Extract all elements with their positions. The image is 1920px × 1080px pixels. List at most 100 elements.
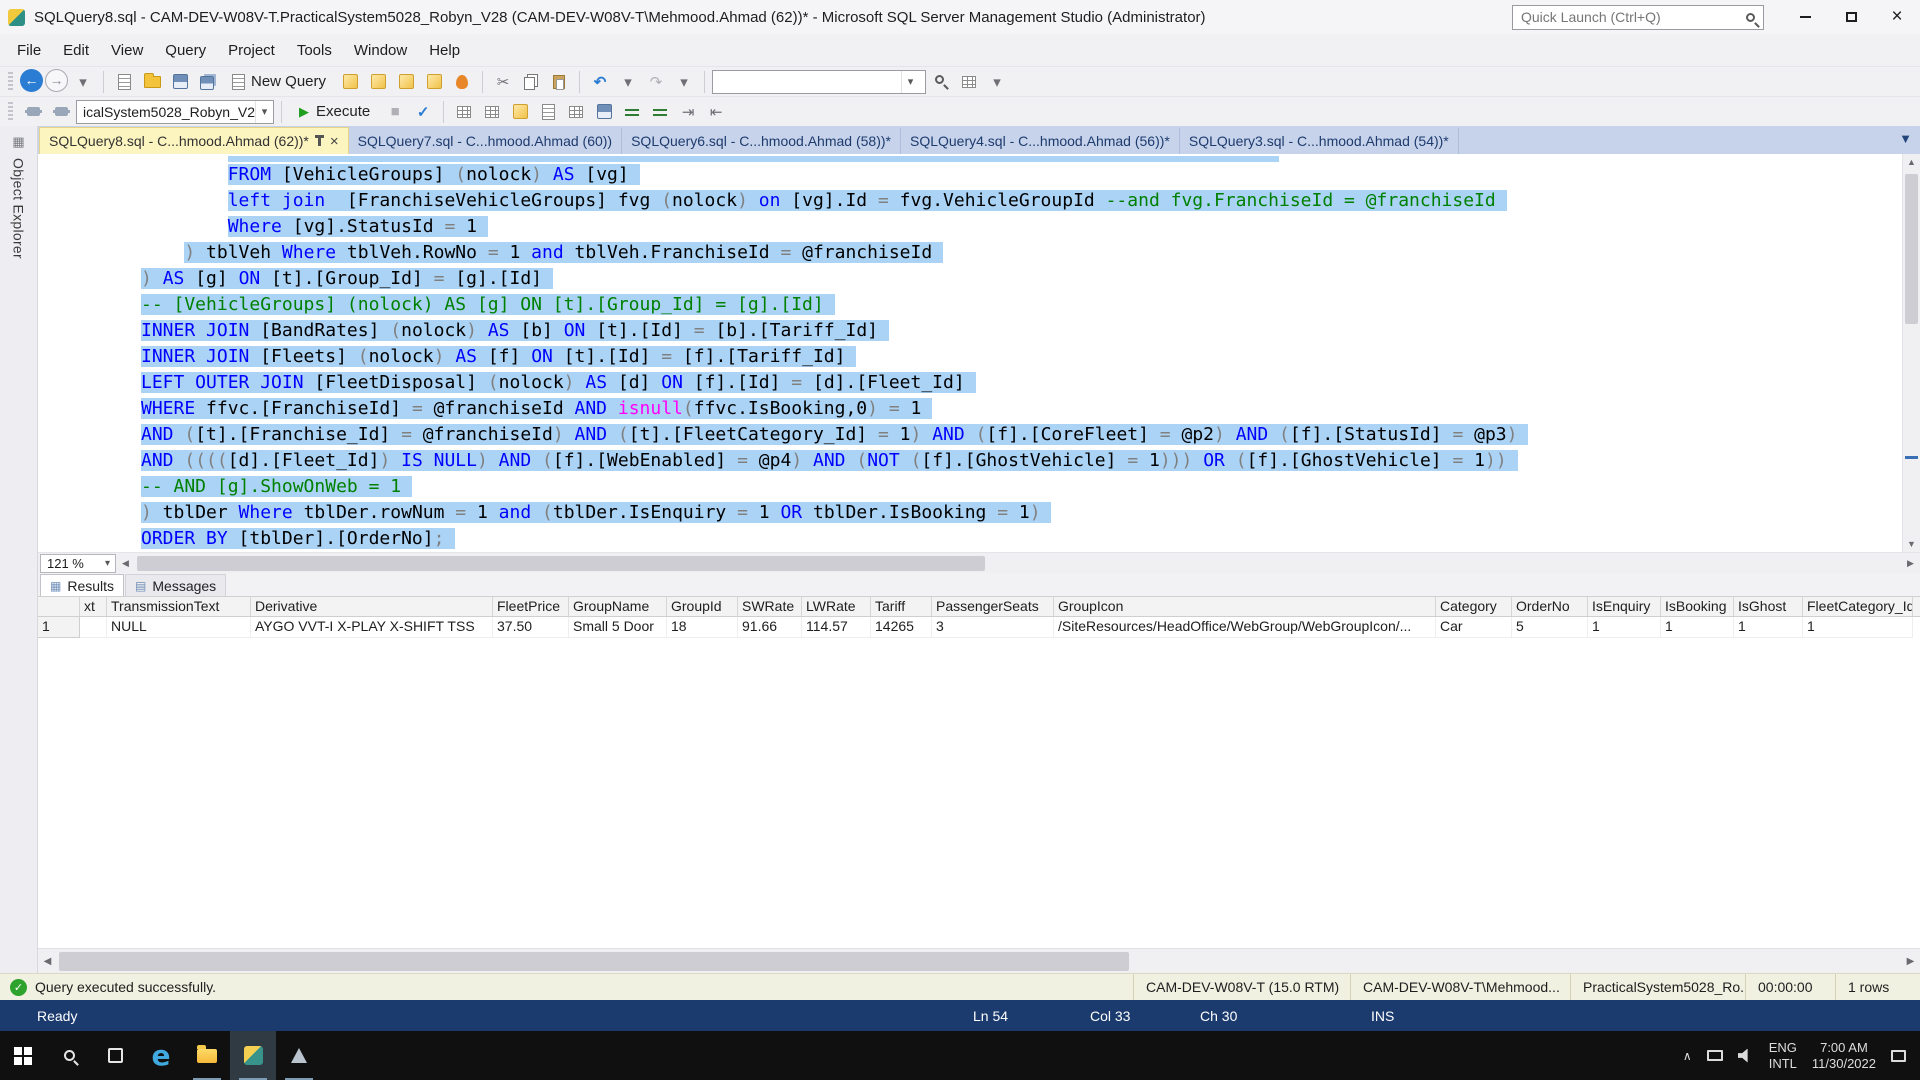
table-cell[interactable]: 5 xyxy=(1512,617,1588,638)
display-tray-icon[interactable] xyxy=(1707,1050,1723,1061)
paste-icon[interactable] xyxy=(546,69,572,95)
mdx-query-icon[interactable] xyxy=(365,69,391,95)
tab-close-icon[interactable]: × xyxy=(330,134,339,149)
estimated-plan-icon[interactable] xyxy=(451,99,477,125)
indent-icon[interactable]: ⇥ xyxy=(675,99,701,125)
scroll-up-icon[interactable]: ▲ xyxy=(1907,154,1916,170)
database-engine-query-icon[interactable] xyxy=(337,69,363,95)
language-indicator[interactable]: ENG INTL xyxy=(1769,1040,1797,1071)
start-button[interactable] xyxy=(0,1031,46,1080)
intellisense-enabled-icon[interactable] xyxy=(507,99,533,125)
column-header[interactable]: SWRate xyxy=(738,597,802,616)
notification-center-icon[interactable] xyxy=(1891,1050,1906,1062)
results-to-text-icon[interactable] xyxy=(535,99,561,125)
column-header[interactable]: IsBooking xyxy=(1661,597,1734,616)
document-tab[interactable]: SQLQuery3.sql - C...hmood.Ahmad (54))* xyxy=(1180,128,1459,154)
code-area[interactable]: FROM [VehicleGroups] (nolock) AS [vg] le… xyxy=(38,154,1920,552)
chevron-down-icon[interactable]: ▾ xyxy=(901,71,919,93)
cut-icon[interactable]: ✂ xyxy=(490,69,516,95)
scroll-left-icon[interactable]: ◀ xyxy=(38,956,57,967)
toolbar-grip[interactable] xyxy=(8,102,13,122)
connect-icon[interactable] xyxy=(20,99,46,125)
table-cell[interactable]: 1 xyxy=(1588,617,1661,638)
query-options-icon[interactable] xyxy=(479,99,505,125)
document-tab[interactable]: SQLQuery6.sql - C...hmood.Ahmad (58))* xyxy=(622,128,901,154)
edge-icon[interactable]: e xyxy=(138,1031,184,1080)
menu-project[interactable]: Project xyxy=(217,42,286,59)
column-header[interactable]: IsGhost xyxy=(1734,597,1803,616)
table-cell[interactable]: 18 xyxy=(667,617,738,638)
table-cell[interactable]: /SiteResources/HeadOffice/WebGroup/WebGr… xyxy=(1054,617,1436,638)
tab-list-dropdown-icon[interactable]: ▼ xyxy=(1899,131,1912,146)
find-input[interactable] xyxy=(713,71,901,93)
table-cell[interactable]: Small 5 Door xyxy=(569,617,667,638)
scrollbar-thumb[interactable] xyxy=(137,556,985,571)
tab-pin-icon[interactable] xyxy=(318,137,321,146)
table-cell[interactable]: 1 xyxy=(1803,617,1913,638)
clock[interactable]: 7:00 AM 11/30/2022 xyxy=(1812,1040,1876,1071)
file-explorer-icon[interactable] xyxy=(184,1031,230,1080)
volume-icon[interactable] xyxy=(1738,1049,1754,1063)
task-view-icon[interactable] xyxy=(92,1031,138,1080)
toolbar-grip[interactable] xyxy=(8,72,13,92)
hidden-icons-chevron-icon[interactable]: ∧ xyxy=(1683,1049,1692,1063)
column-header[interactable]: TransmissionText xyxy=(107,597,251,616)
find-combobox[interactable]: ▾ xyxy=(712,70,926,94)
execute-button[interactable]: ▶ Execute xyxy=(289,99,380,125)
save-all-icon[interactable] xyxy=(195,69,221,95)
table-cell[interactable]: 1 xyxy=(1734,617,1803,638)
document-tab[interactable]: SQLQuery8.sql - C...hmood.Ahmad (62))*× xyxy=(39,127,349,154)
table-cell[interactable]: 114.57 xyxy=(802,617,871,638)
new-query-file-icon[interactable] xyxy=(111,69,137,95)
copy-icon[interactable] xyxy=(518,69,544,95)
menu-file[interactable]: File xyxy=(6,42,52,59)
toolbar-overflow-icon[interactable]: ▾ xyxy=(984,69,1010,95)
scrollbar-track[interactable] xyxy=(57,949,1901,974)
row-header[interactable]: 1 xyxy=(38,617,80,638)
editor-vertical-scrollbar[interactable]: ▲ ▼ xyxy=(1902,154,1920,552)
scrollbar-track[interactable] xyxy=(1903,170,1920,536)
chevron-down-icon[interactable]: ▾ xyxy=(100,558,115,569)
grid-corner[interactable] xyxy=(38,597,80,616)
column-header[interactable]: GroupId xyxy=(667,597,738,616)
object-explorer-tab[interactable]: Object Explorer xyxy=(11,158,27,259)
comment-icon[interactable] xyxy=(619,99,645,125)
nav-history-dropdown-icon[interactable]: ▾ xyxy=(70,69,96,95)
back-icon[interactable]: ← xyxy=(20,69,43,92)
taskbar-app-icon[interactable] xyxy=(276,1031,322,1080)
database-combobox[interactable]: icalSystem5028_Robyn_V28 ▾ xyxy=(76,100,274,124)
sql-editor[interactable]: FROM [VehicleGroups] (nolock) AS [vg] le… xyxy=(38,154,1920,552)
redo-icon[interactable]: ↷ xyxy=(643,69,669,95)
activity-monitor-icon[interactable] xyxy=(449,69,475,95)
save-icon[interactable] xyxy=(167,69,193,95)
table-cell[interactable]: Car xyxy=(1436,617,1512,638)
column-header[interactable]: FleetCategory_Id xyxy=(1803,597,1913,616)
table-cell[interactable]: AYGO VVT-I X-PLAY X-SHIFT TSS xyxy=(251,617,493,638)
table-cell[interactable] xyxy=(80,617,107,638)
scroll-right-icon[interactable]: ▶ xyxy=(1901,558,1920,569)
menu-edit[interactable]: Edit xyxy=(52,42,100,59)
xmla-query-icon[interactable] xyxy=(421,69,447,95)
scroll-right-icon[interactable]: ▶ xyxy=(1901,956,1920,967)
column-header[interactable]: Derivative xyxy=(251,597,493,616)
undo-icon[interactable]: ↶ xyxy=(587,69,613,95)
column-header[interactable]: Tariff xyxy=(871,597,932,616)
results-to-grid-icon[interactable] xyxy=(563,99,589,125)
search-icon[interactable] xyxy=(46,1031,92,1080)
uncomment-icon[interactable] xyxy=(647,99,673,125)
results-horizontal-scrollbar[interactable]: ◀ ▶ xyxy=(38,948,1920,973)
results-to-file-icon[interactable] xyxy=(591,99,617,125)
cancel-query-icon[interactable]: ■ xyxy=(382,99,408,125)
table-cell[interactable]: 3 xyxy=(932,617,1054,638)
zoom-selector[interactable]: 121 % ▾ xyxy=(40,554,116,573)
scrollbar-thumb[interactable] xyxy=(1905,174,1918,324)
parse-query-icon[interactable]: ✓ xyxy=(410,99,436,125)
properties-window-icon[interactable] xyxy=(956,69,982,95)
document-tab[interactable]: SQLQuery7.sql - C...hmood.Ahmad (60)) xyxy=(349,128,622,154)
document-tab[interactable]: SQLQuery4.sql - C...hmood.Ahmad (56))* xyxy=(901,128,1180,154)
menu-query[interactable]: Query xyxy=(154,42,217,59)
column-header[interactable]: Category xyxy=(1436,597,1512,616)
column-header[interactable]: GroupName xyxy=(569,597,667,616)
column-header[interactable]: GroupIcon xyxy=(1054,597,1436,616)
scroll-down-icon[interactable]: ▼ xyxy=(1907,536,1916,552)
